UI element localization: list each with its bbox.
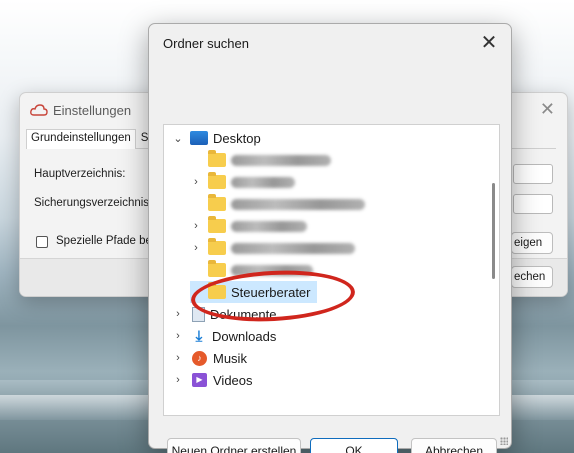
folder-icon bbox=[208, 282, 226, 299]
tree-item-folder[interactable] bbox=[190, 259, 313, 281]
documents-icon bbox=[192, 306, 205, 322]
tree-item-label: Steuerberater bbox=[231, 284, 311, 300]
tree-item-steuerberater[interactable]: Steuerberater bbox=[190, 281, 317, 303]
redacted-label bbox=[231, 176, 295, 188]
chevron-right-icon[interactable]: › bbox=[190, 242, 202, 254]
tree-item-label: Desktop bbox=[213, 130, 261, 146]
tree-item-dokumente[interactable]: › Dokumente bbox=[172, 303, 276, 325]
tree-item-folder[interactable]: › bbox=[190, 171, 295, 193]
folder-icon bbox=[208, 172, 226, 189]
tree-item-label: Musik bbox=[213, 350, 247, 366]
new-folder-button[interactable]: Neuen Ordner erstellen bbox=[167, 438, 301, 453]
tree-item-folder[interactable] bbox=[190, 149, 331, 171]
dialog-title: Ordner suchen bbox=[163, 36, 249, 51]
tree-item-musik[interactable]: › ♪ Musik bbox=[172, 347, 247, 369]
show-button[interactable]: eigen bbox=[511, 232, 553, 254]
cancel-button[interactable]: Abbrechen bbox=[411, 438, 497, 453]
redacted-label bbox=[231, 264, 313, 276]
chevron-right-icon[interactable]: › bbox=[172, 352, 184, 364]
settings-close-button[interactable]: ✕ bbox=[540, 99, 555, 120]
redacted-label bbox=[231, 242, 355, 254]
tree-item-folder[interactable]: › bbox=[190, 237, 355, 259]
tree-item-label: Dokumente bbox=[210, 306, 277, 322]
resize-grip-icon[interactable] bbox=[500, 437, 508, 445]
redacted-label bbox=[231, 154, 331, 166]
chevron-right-icon[interactable]: › bbox=[172, 330, 184, 342]
chevron-right-icon[interactable]: › bbox=[172, 308, 184, 320]
cloud-icon bbox=[30, 104, 48, 116]
ok-button[interactable]: OK bbox=[310, 438, 398, 453]
tree-item-folder[interactable] bbox=[190, 193, 365, 215]
tree-item-videos[interactable]: › ▶ Videos bbox=[172, 369, 253, 391]
redacted-label bbox=[231, 198, 365, 210]
folder-icon bbox=[208, 260, 226, 277]
backup-directory-field[interactable] bbox=[513, 194, 553, 214]
settings-title: Einstellungen bbox=[53, 102, 132, 118]
tree-scrollbar[interactable] bbox=[492, 183, 495, 279]
redacted-label bbox=[231, 220, 307, 232]
main-directory-field[interactable] bbox=[513, 164, 553, 184]
tree-item-downloads[interactable]: › ⤓ Downloads bbox=[172, 325, 276, 347]
tree-item-desktop[interactable]: ⌄ Desktop bbox=[172, 127, 261, 149]
special-paths-label: Spezielle Pfade be bbox=[56, 235, 152, 247]
folder-dialog: Ordner suchen ✕ ⌄ Desktop › › › Steuerbe… bbox=[148, 23, 512, 453]
main-directory-label: Hauptverzeichnis: bbox=[34, 168, 126, 180]
desktop-icon bbox=[190, 131, 208, 145]
chevron-down-icon[interactable]: ⌄ bbox=[172, 132, 184, 145]
tree-item-folder[interactable]: › bbox=[190, 215, 307, 237]
chevron-right-icon[interactable]: › bbox=[190, 176, 202, 188]
folder-icon bbox=[208, 194, 226, 211]
folder-icon bbox=[208, 150, 226, 167]
chevron-right-icon[interactable]: › bbox=[172, 374, 184, 386]
tab-grundeinstellungen[interactable]: Grundeinstellungen bbox=[26, 129, 136, 149]
search-button[interactable]: echen bbox=[511, 266, 553, 288]
dialog-close-button[interactable]: ✕ bbox=[477, 30, 501, 55]
tree-item-label: Videos bbox=[213, 372, 253, 388]
videos-icon: ▶ bbox=[192, 373, 207, 387]
tree-item-label: Downloads bbox=[212, 328, 277, 344]
folder-icon bbox=[208, 238, 226, 255]
chevron-right-icon[interactable]: › bbox=[190, 220, 202, 232]
folder-tree[interactable]: ⌄ Desktop › › › Steuerberater › Dokument… bbox=[163, 124, 500, 416]
downloads-icon: ⤓ bbox=[195, 327, 203, 345]
backup-directory-label: Sicherungsverzeichnis bbox=[34, 197, 150, 209]
music-icon: ♪ bbox=[192, 350, 207, 366]
special-paths-checkbox[interactable] bbox=[36, 236, 48, 248]
folder-icon bbox=[208, 216, 226, 233]
